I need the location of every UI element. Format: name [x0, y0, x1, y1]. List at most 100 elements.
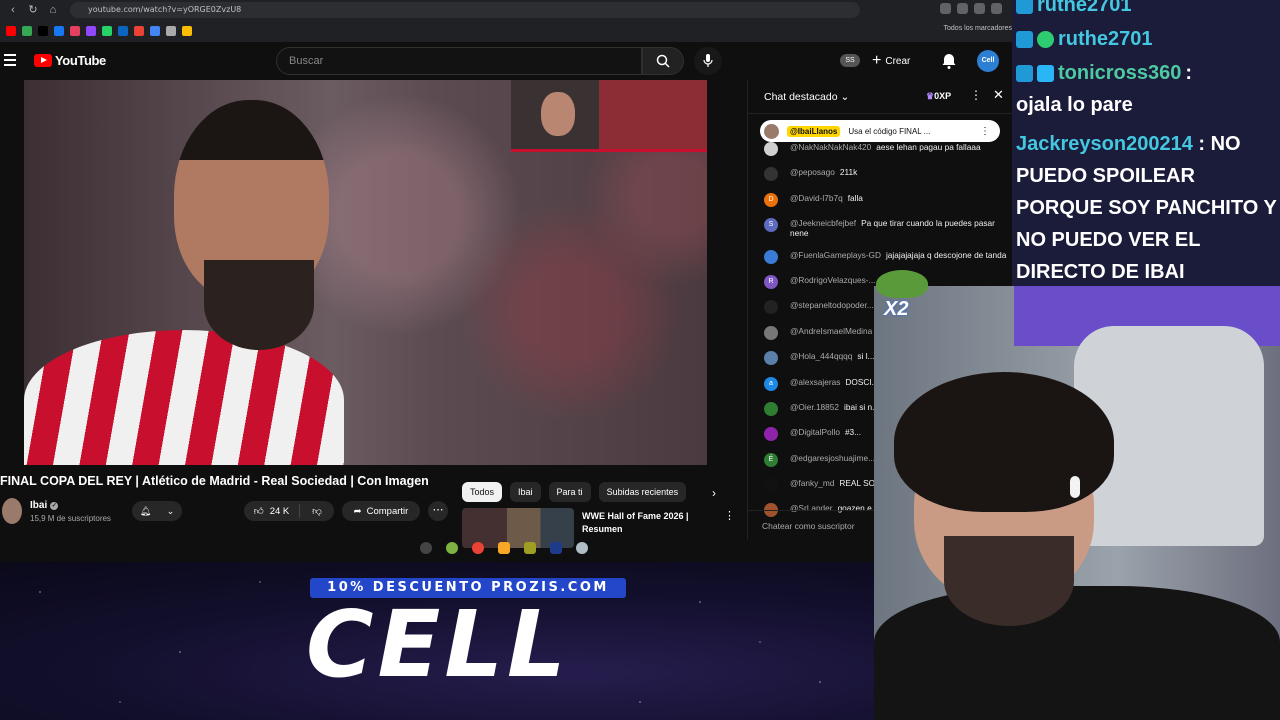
- taskbar: [420, 542, 588, 554]
- frog-emote-icon: [876, 270, 928, 298]
- close-icon[interactable]: ✕: [993, 87, 1004, 103]
- subscription-bell-button[interactable]: 🔔︎ ⌄: [132, 501, 182, 521]
- video-title: FINAL COPA DEL REY | Atlético de Madrid …: [0, 474, 429, 488]
- dislike-button[interactable]: 👎︎: [300, 505, 334, 517]
- chip-subidas-recientes[interactable]: Subidas recientes: [598, 482, 687, 502]
- bookmark-x-icon[interactable]: [38, 26, 48, 36]
- chat-text: 211k: [839, 167, 858, 178]
- notifications-bell-icon[interactable]: [940, 52, 958, 70]
- chat-message[interactable]: @peposago 211k: [764, 167, 1013, 182]
- chip-ibai[interactable]: Ibai: [510, 482, 541, 502]
- photoshop-icon[interactable]: [550, 542, 562, 554]
- emote-overlay: X2: [870, 270, 930, 326]
- bookmark-gmail-icon[interactable]: [134, 26, 144, 36]
- account-avatar[interactable]: Cell: [977, 50, 999, 72]
- brand-logo-text: CELL: [306, 591, 570, 698]
- bookmark-youtube-icon[interactable]: [6, 26, 16, 36]
- microphone-icon: [703, 54, 713, 67]
- bookmark-drive-icon[interactable]: [150, 26, 160, 36]
- all-bookmarks-link[interactable]: Todos los marcadores: [944, 25, 1012, 32]
- chip-todos[interactable]: Todos: [462, 482, 503, 502]
- app-icon[interactable]: [524, 542, 536, 554]
- bookmark-facebook-icon[interactable]: [54, 26, 64, 36]
- chat-menu-icon[interactable]: ⋮: [970, 88, 982, 102]
- chat-avatar: a: [764, 376, 778, 391]
- app-icon[interactable]: [576, 542, 588, 554]
- chat-author: @David-l7b7q: [790, 192, 843, 203]
- create-button[interactable]: + Crear: [872, 50, 910, 72]
- thumb-down-icon: 👎︎: [312, 506, 322, 517]
- search-box: [276, 47, 642, 75]
- profile-icon[interactable]: [991, 3, 1002, 14]
- pinned-message[interactable]: @IbaiLlanos Usa el código FINAL ... ⋮: [760, 120, 1000, 142]
- search-button[interactable]: [642, 47, 684, 75]
- voice-search-button[interactable]: [694, 47, 722, 75]
- chip-para-ti[interactable]: Para ti: [548, 482, 591, 502]
- chat-author: @DigitalPollo: [790, 427, 840, 438]
- extension-icon[interactable]: [974, 3, 985, 14]
- youtube-page: YouTube SS + Crear Cell: [0, 42, 1013, 562]
- home-icon[interactable]: ⌂: [46, 3, 60, 17]
- youtube-logo[interactable]: YouTube: [34, 53, 106, 68]
- bookmark-whatsapp-icon[interactable]: [102, 26, 112, 36]
- bookmark-sheets-icon[interactable]: [22, 26, 32, 36]
- facecam-person: [541, 92, 575, 136]
- chat-avatar: [764, 167, 778, 182]
- logo-text: YouTube: [55, 53, 106, 68]
- menu-icon[interactable]: [4, 54, 16, 66]
- thumb-up-icon: 👍︎: [253, 506, 264, 517]
- chat-message[interactable]: D @David-l7b7q falla: [764, 192, 1013, 207]
- reload-icon[interactable]: ↻: [26, 3, 40, 17]
- chevron-right-icon[interactable]: ›: [712, 486, 716, 500]
- bell-icon: 🔔︎: [139, 505, 152, 516]
- chat-author: @edgaresjoshuajime...: [790, 452, 875, 463]
- channel-name[interactable]: Ibai ✓: [30, 500, 59, 511]
- xp-badge[interactable]: ♛0XP: [926, 91, 951, 102]
- like-button[interactable]: 👍︎ 24 K: [244, 504, 300, 518]
- url-field[interactable]: youtube.com/watch?v=yORGE0ZvzU8: [70, 2, 860, 18]
- youtube-play-icon: [34, 54, 52, 67]
- badge-icon: [1037, 31, 1054, 48]
- bookmark-twitch-icon[interactable]: [86, 26, 96, 36]
- streamer-body: [874, 586, 1280, 720]
- chat-message[interactable]: @NakNakNakNak420 aese lehan pagau pa fall…: [764, 142, 1013, 156]
- stream-chat-line: ruthe2701: [1016, 0, 1132, 17]
- share-button[interactable]: ➦ Compartir: [342, 501, 420, 521]
- stream-chat-user: ruthe2701: [1058, 28, 1153, 50]
- app-icon[interactable]: [446, 542, 458, 554]
- channel-name-text: Ibai: [30, 500, 48, 511]
- create-label: Crear: [885, 55, 911, 67]
- recommended-more-icon[interactable]: ⋮: [724, 509, 735, 522]
- chat-input[interactable]: [762, 517, 882, 535]
- back-icon[interactable]: ‹: [6, 3, 20, 17]
- chat-message[interactable]: S @Jeekneicbfejbef Pa que tirar cuando la …: [764, 218, 1013, 238]
- extensions-bar: [940, 3, 1002, 14]
- bookmark-star-icon[interactable]: [957, 3, 968, 14]
- more-actions-button[interactable]: ⋯: [428, 501, 448, 521]
- chat-avatar: [764, 427, 778, 442]
- bookmark-icon[interactable]: [166, 26, 176, 36]
- streamer-webcam: [874, 286, 1280, 720]
- chat-header: Chat destacado ⌄ ♛0XP ⋮ ✕: [748, 80, 1013, 114]
- bookmark-icon[interactable]: [182, 26, 192, 36]
- chat-mode-selector[interactable]: Chat destacado ⌄: [764, 91, 849, 103]
- recommended-title[interactable]: WWE Hall of Fame 2026 | Resumen: [582, 510, 712, 536]
- ss-badge[interactable]: SS: [840, 54, 860, 67]
- pinned-menu-icon[interactable]: ⋮: [980, 126, 990, 137]
- folder-icon[interactable]: [498, 542, 510, 554]
- chat-message[interactable]: @FuenlaGameplays-GD jajajajajaja q descoj…: [764, 249, 1013, 264]
- chat-author: @NakNakNakNak420: [790, 142, 872, 152]
- channel-avatar[interactable]: [2, 498, 22, 524]
- zoom-icon[interactable]: [940, 3, 951, 14]
- bookmark-instagram-icon[interactable]: [70, 26, 80, 36]
- start-icon[interactable]: [420, 542, 432, 554]
- like-count: 24 K: [269, 505, 290, 517]
- stream-chat-message: : NO PUEDO SPOILEAR PORQUE SOY PANCHITO …: [1016, 133, 1277, 283]
- search-input[interactable]: [277, 48, 641, 74]
- share-label: Compartir: [366, 505, 409, 517]
- chat-author: @Jeekneicbfejbef: [790, 218, 857, 229]
- stream-chat-line: tonicross360 :: [1016, 62, 1192, 85]
- pinned-author: @IbaiLlanos: [787, 125, 841, 137]
- bookmark-icon[interactable]: [118, 26, 128, 36]
- chrome-icon[interactable]: [472, 542, 484, 554]
